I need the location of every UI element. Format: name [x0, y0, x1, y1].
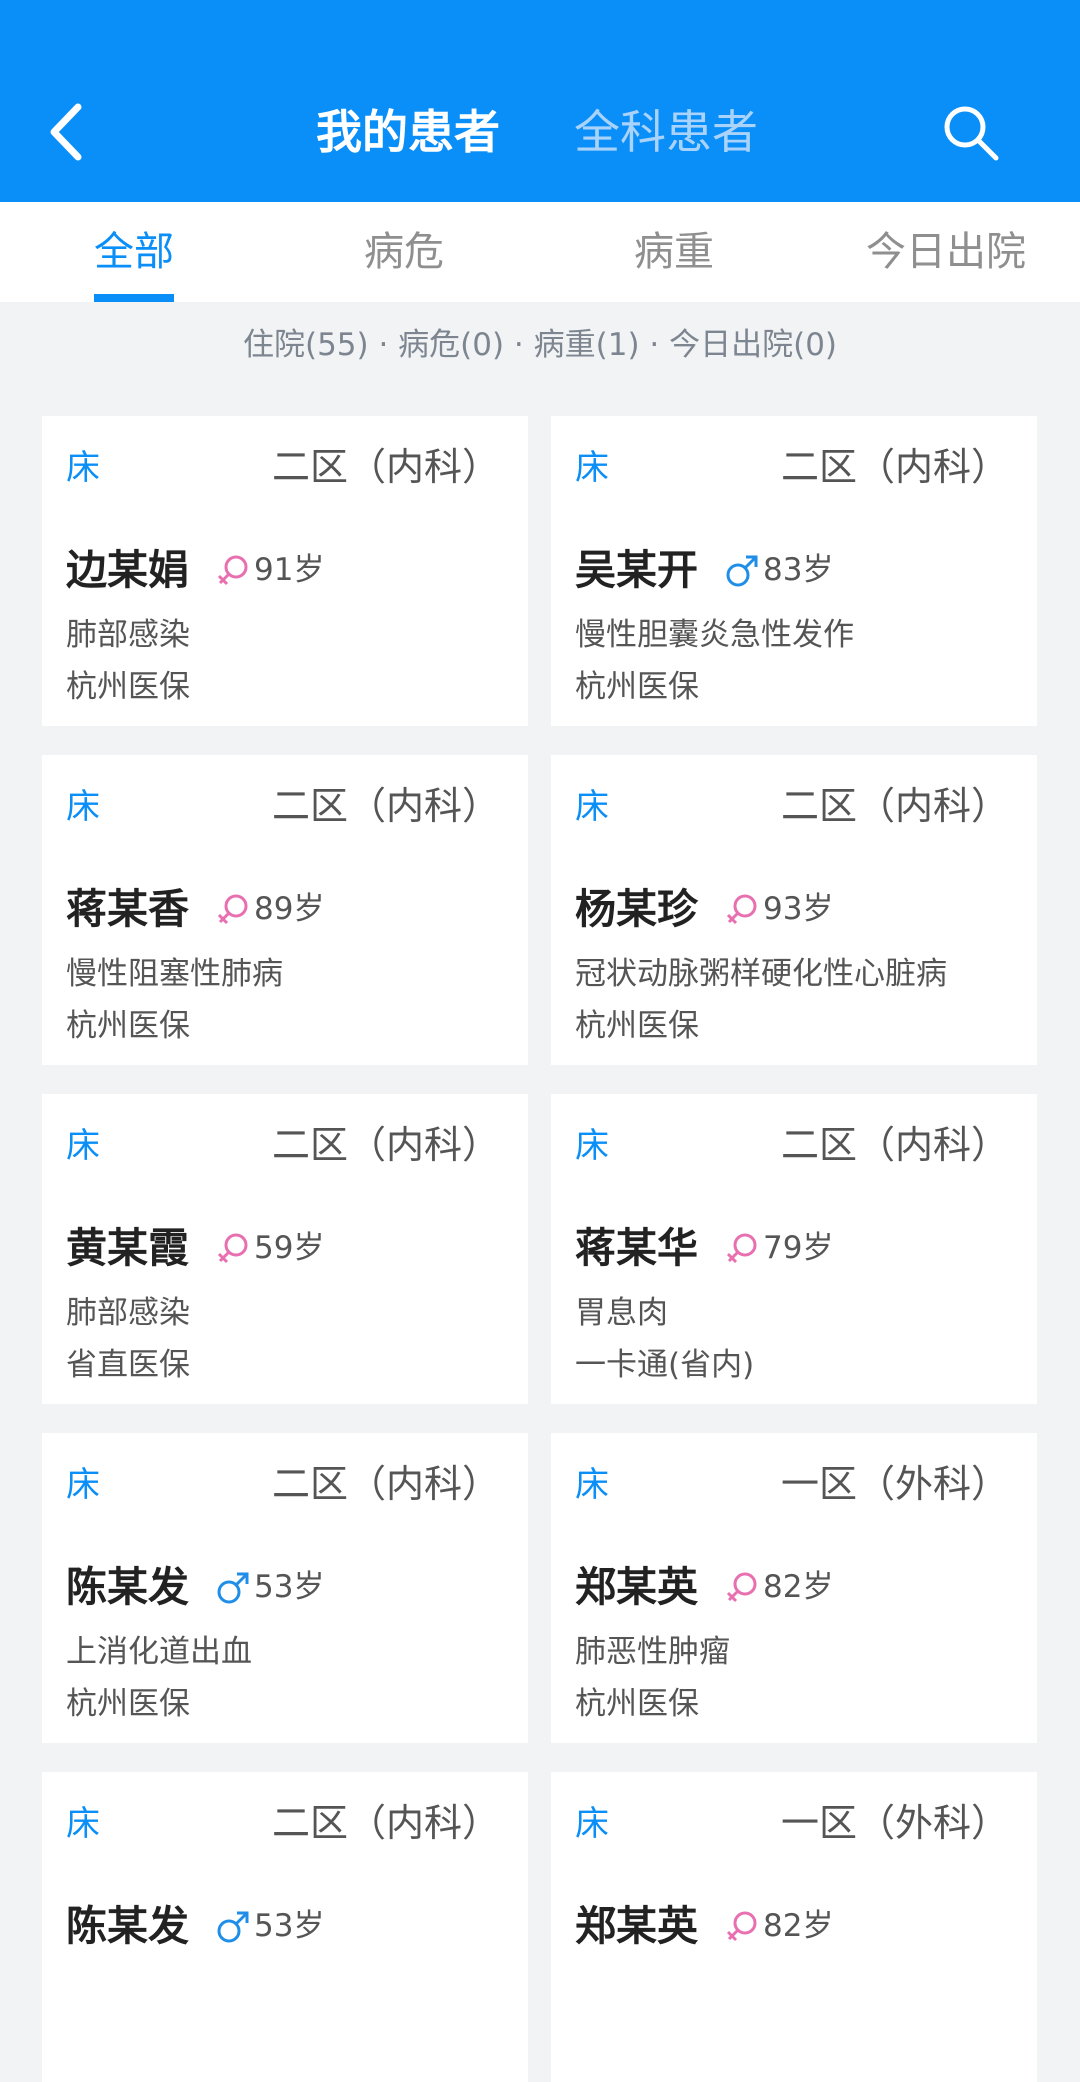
male-icon [726, 555, 758, 587]
ward-department: 二区（内科） [271, 1123, 500, 1167]
bed-number: 床 [575, 1465, 609, 1505]
patient-card[interactable]: 床 二区（内科） 杨某珍 93岁 冠状动脉粥样硬化性心脏病 杭州医保 [551, 755, 1037, 1065]
patient-age: 82岁 [763, 1569, 834, 1605]
patient-name: 黄某霞 [66, 1224, 189, 1272]
patient-card[interactable]: 床 一区（外科） 郑某英 82岁 [551, 1772, 1037, 2082]
patient-diagnosis: 慢性阻塞性肺病 [66, 956, 283, 992]
female-icon [217, 1233, 248, 1264]
active-tab-indicator [94, 294, 174, 302]
patient-age: 89岁 [254, 891, 325, 927]
ward-department: 一区（外科） [780, 1462, 1009, 1506]
patient-diagnosis: 上消化道出血 [66, 1634, 252, 1670]
search-button[interactable] [940, 102, 1000, 162]
patient-diagnosis: 胃息肉 [575, 1295, 668, 1331]
tab-my-patients[interactable]: 我的患者 [316, 100, 500, 164]
bed-number: 床 [66, 448, 100, 488]
female-icon [217, 894, 248, 925]
patient-card[interactable]: 床 二区（内科） 蒋某香 89岁 慢性阻塞性肺病 杭州医保 [42, 755, 528, 1065]
filter-tab-bar: 全部 病危 病重 今日出院 [0, 202, 1080, 302]
ward-department: 二区（内科） [271, 1801, 500, 1845]
patient-insurance: 省直医保 [66, 1347, 190, 1383]
female-icon [726, 1233, 757, 1264]
patient-age: 93岁 [763, 891, 834, 927]
patient-name: 陈某发 [66, 1902, 189, 1950]
ward-department: 二区（内科） [780, 1123, 1009, 1167]
back-button[interactable] [36, 92, 96, 172]
ward-department: 一区（外科） [780, 1801, 1009, 1845]
patient-name: 蒋某华 [575, 1224, 698, 1272]
patient-card[interactable]: 床 二区（内科） 陈某发 53岁 [42, 1772, 528, 2082]
tab-all-department-patients[interactable]: 全科患者 [574, 100, 758, 164]
patient-diagnosis: 肺部感染 [66, 1295, 190, 1331]
patient-age: 79岁 [763, 1230, 834, 1266]
tab-critical[interactable]: 病危 [344, 202, 464, 302]
patient-age: 82岁 [763, 1908, 834, 1944]
patient-insurance: 杭州医保 [575, 1686, 699, 1722]
patient-name: 杨某珍 [575, 885, 698, 933]
bed-number: 床 [66, 1804, 100, 1844]
bed-number: 床 [66, 1126, 100, 1166]
tab-discharged-today[interactable]: 今日出院 [856, 202, 1036, 302]
patient-diagnosis: 冠状动脉粥样硬化性心脏病 [575, 956, 947, 992]
patient-age: 53岁 [254, 1569, 325, 1605]
bed-number: 床 [66, 1465, 100, 1505]
back-arrow-icon [50, 103, 82, 161]
patient-card[interactable]: 床 二区（内科） 吴某开 83岁 慢性胆囊炎急性发作 杭州医保 [551, 416, 1037, 726]
patient-insurance: 杭州医保 [66, 1686, 190, 1722]
app-header: 我的患者 全科患者 [0, 0, 1080, 202]
patient-diagnosis: 慢性胆囊炎急性发作 [575, 617, 854, 653]
patient-card[interactable]: 床 二区（内科） 黄某霞 59岁 肺部感染 省直医保 [42, 1094, 528, 1404]
tab-serious[interactable]: 病重 [614, 202, 734, 302]
bed-number: 床 [575, 1804, 609, 1844]
male-icon [217, 1572, 249, 1604]
patient-diagnosis: 肺恶性肿瘤 [575, 1634, 730, 1670]
bed-number: 床 [66, 787, 100, 827]
patient-insurance: 杭州医保 [66, 669, 190, 705]
patient-insurance: 杭州医保 [575, 669, 699, 705]
patient-name: 陈某发 [66, 1563, 189, 1611]
male-icon [217, 1911, 249, 1943]
patient-card[interactable]: 床 二区（内科） 陈某发 53岁 上消化道出血 杭州医保 [42, 1433, 528, 1743]
bed-number: 床 [575, 1126, 609, 1166]
patient-count-summary: 住院(55) · 病危(0) · 病重(1) · 今日出院(0) [242, 327, 838, 363]
patient-insurance: 一卡通(省内) [575, 1347, 755, 1383]
female-icon [217, 555, 248, 586]
patient-age: 83岁 [763, 552, 834, 588]
ward-department: 二区（内科） [271, 784, 500, 828]
patient-name: 郑某英 [575, 1563, 698, 1611]
ward-department: 二区（内科） [780, 445, 1009, 489]
ward-department: 二区（内科） [271, 1462, 500, 1506]
patient-age: 59岁 [254, 1230, 325, 1266]
patient-name: 郑某英 [575, 1902, 698, 1950]
patient-age: 53岁 [254, 1908, 325, 1944]
female-icon [726, 1911, 757, 1942]
patient-name: 边某娟 [66, 546, 189, 594]
patient-card[interactable]: 床 二区（内科） 蒋某华 79岁 胃息肉 一卡通(省内) [551, 1094, 1037, 1404]
patient-name: 蒋某香 [66, 885, 189, 933]
bed-number: 床 [575, 448, 609, 488]
ward-department: 二区（内科） [271, 445, 500, 489]
bed-number: 床 [575, 787, 609, 827]
patient-card[interactable]: 床 一区（外科） 郑某英 82岁 肺恶性肿瘤 杭州医保 [551, 1433, 1037, 1743]
search-icon [944, 106, 999, 161]
patient-card[interactable]: 床 二区（内科） 边某娟 91岁 肺部感染 杭州医保 [42, 416, 528, 726]
patient-age: 91岁 [254, 552, 325, 588]
patient-insurance: 杭州医保 [575, 1008, 699, 1044]
tab-all[interactable]: 全部 [74, 202, 194, 302]
patient-diagnosis: 肺部感染 [66, 617, 190, 653]
patient-name: 吴某开 [575, 546, 698, 594]
patient-insurance: 杭州医保 [66, 1008, 190, 1044]
female-icon [726, 1572, 757, 1603]
ward-department: 二区（内科） [780, 784, 1009, 828]
female-icon [726, 894, 757, 925]
